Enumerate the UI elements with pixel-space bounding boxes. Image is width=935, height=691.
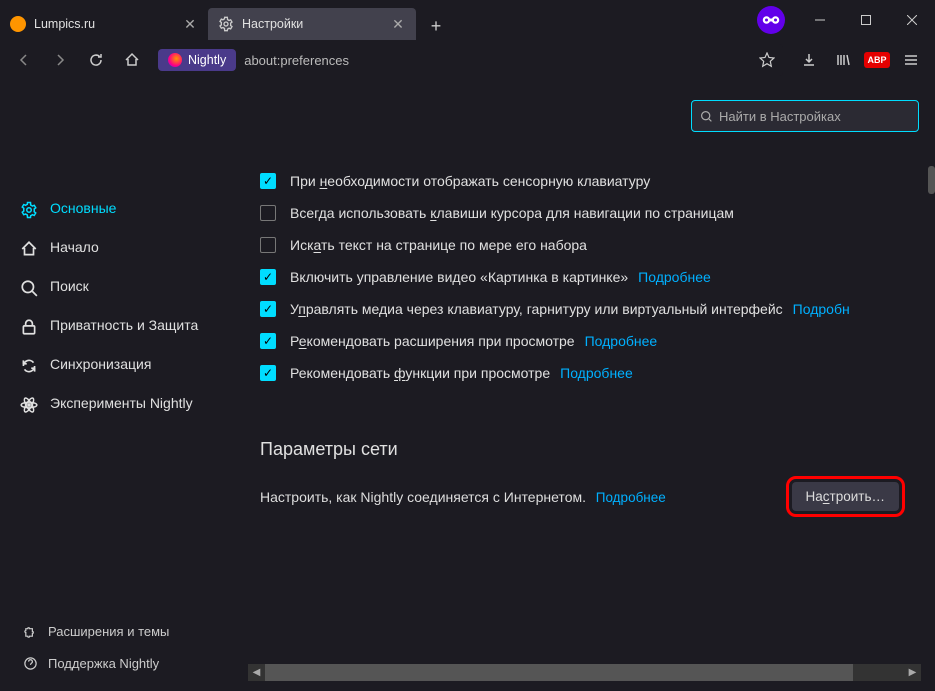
sidebar-item-home[interactable]: Начало: [10, 229, 230, 268]
sidebar-label: Синхронизация: [50, 356, 151, 374]
help-icon: [22, 655, 38, 671]
home-button[interactable]: [116, 44, 148, 76]
search-input[interactable]: Найти в Настройках: [691, 100, 919, 132]
checkbox-label[interactable]: Включить управление видео «Картинка в ка…: [290, 269, 628, 285]
checkbox-row: Всегда использовать клавиши курсора для …: [260, 197, 935, 229]
checkbox[interactable]: [260, 237, 276, 253]
window: Lumpics.ru ✕ Настройки ✕ +: [0, 0, 935, 691]
checkbox-label[interactable]: Искать текст на странице по мере его наб…: [290, 237, 587, 253]
extension-badge-icon[interactable]: [757, 6, 785, 34]
sidebar-item-experiments[interactable]: Эксперименты Nightly: [10, 385, 230, 424]
sidebar-label: Поиск: [50, 278, 89, 296]
checkbox[interactable]: ✓: [260, 269, 276, 285]
url-badge: Nightly: [158, 49, 236, 71]
checkbox-row: ✓ При необходимости отображать сенсорную …: [260, 165, 935, 197]
home-icon: [20, 240, 38, 258]
learn-more-link[interactable]: Подробнее: [560, 365, 633, 381]
learn-more-link[interactable]: Подробнее: [638, 269, 711, 285]
library-icon[interactable]: [827, 44, 859, 76]
tab-strip: Lumpics.ru ✕ Настройки ✕ +: [0, 0, 450, 40]
network-desc: Настроить, как Nightly соединяется с Инт…: [260, 489, 586, 505]
tab-settings[interactable]: Настройки ✕: [208, 8, 416, 40]
sidebar-label: Начало: [50, 239, 99, 257]
minimize-button[interactable]: [797, 0, 843, 40]
highlighted-button: Настроить…: [786, 476, 905, 517]
favicon-lumpics: [10, 16, 26, 32]
sidebar-item-general[interactable]: Основные: [10, 190, 230, 229]
checkbox-label[interactable]: При необходимости отображать сенсорную к…: [290, 173, 650, 189]
sidebar: Основные Начало Поиск Приватность и Защи…: [0, 80, 240, 691]
learn-more-link[interactable]: Подробн: [793, 301, 850, 317]
sidebar-item-sync[interactable]: Синхронизация: [10, 346, 230, 385]
checkbox[interactable]: ✓: [260, 301, 276, 317]
checkbox-label[interactable]: Управлять медиа через клавиатуру, гарнит…: [290, 301, 783, 317]
checkbox-row: ✓ Рекомендовать расширения при просмотре П…: [260, 325, 935, 357]
main-panel: ✓ При необходимости отображать сенсорную …: [240, 80, 935, 691]
horizontal-scrollbar[interactable]: ◀ ▶: [248, 664, 921, 681]
toolbar-right: ABP: [793, 44, 927, 76]
sidebar-item-privacy[interactable]: Приватность и Защита: [10, 307, 230, 346]
gear-icon: [20, 201, 38, 219]
sidebar-support[interactable]: Поддержка Nightly: [10, 647, 230, 679]
search-icon: [20, 279, 38, 297]
reload-button[interactable]: [80, 44, 112, 76]
titlebar: Lumpics.ru ✕ Настройки ✕ +: [0, 0, 935, 40]
checkbox[interactable]: [260, 205, 276, 221]
sidebar-label: Расширения и темы: [48, 624, 169, 639]
vertical-scrollbar[interactable]: [928, 160, 935, 661]
sync-icon: [20, 357, 38, 375]
network-row: Настроить, как Nightly соединяется с Инт…: [260, 476, 935, 517]
checkbox[interactable]: ✓: [260, 365, 276, 381]
url-bar[interactable]: Nightly about:preferences: [158, 44, 783, 76]
close-button[interactable]: [889, 0, 935, 40]
checkbox[interactable]: ✓: [260, 173, 276, 189]
forward-button[interactable]: [44, 44, 76, 76]
download-icon[interactable]: [793, 44, 825, 76]
network-settings-button[interactable]: Настроить…: [792, 482, 899, 511]
checkbox-label[interactable]: Всегда использовать клавиши курсора для …: [290, 205, 734, 221]
section-network-title: Параметры сети: [260, 439, 935, 460]
checkbox[interactable]: ✓: [260, 333, 276, 349]
url-text: about:preferences: [244, 53, 751, 68]
learn-more-link[interactable]: Подробнее: [585, 333, 658, 349]
tab-label: Lumpics.ru: [34, 17, 182, 31]
checkbox-row: Искать текст на странице по мере его наб…: [260, 229, 935, 261]
checkbox-row: ✓ Управлять медиа через клавиатуру, гарни…: [260, 293, 935, 325]
sidebar-label: Основные: [50, 200, 116, 218]
learn-more-link[interactable]: Подробнее: [596, 490, 666, 505]
bookmark-star-icon[interactable]: [751, 44, 783, 76]
abp-icon[interactable]: ABP: [861, 44, 893, 76]
toolbar: Nightly about:preferences ABP: [0, 40, 935, 80]
new-tab-button[interactable]: +: [422, 12, 450, 40]
tab-label: Настройки: [242, 17, 390, 31]
sidebar-extensions[interactable]: Расширения и темы: [10, 615, 230, 647]
sidebar-item-search[interactable]: Поиск: [10, 268, 230, 307]
menu-icon[interactable]: [895, 44, 927, 76]
puzzle-icon: [22, 623, 38, 639]
maximize-button[interactable]: [843, 0, 889, 40]
sidebar-label: Поддержка Nightly: [48, 656, 159, 671]
content: Найти в Настройках Основные Начало Поиск: [0, 80, 935, 691]
window-controls: [797, 0, 935, 40]
search-icon: [700, 110, 713, 123]
close-icon[interactable]: ✕: [390, 16, 406, 32]
scroll-right-arrow[interactable]: ▶: [904, 664, 921, 681]
checkbox-label[interactable]: Рекомендовать функции при просмотре: [290, 365, 550, 381]
back-button[interactable]: [8, 44, 40, 76]
scroll-left-arrow[interactable]: ◀: [248, 664, 265, 681]
sidebar-label: Приватность и Защита: [50, 317, 198, 335]
tab-lumpics[interactable]: Lumpics.ru ✕: [0, 8, 208, 40]
lock-icon: [20, 318, 38, 336]
atom-icon: [20, 396, 38, 414]
checkbox-row: ✓ Рекомендовать функции при просмотре Подр…: [260, 357, 935, 389]
close-icon[interactable]: ✕: [182, 16, 198, 32]
sidebar-label: Эксперименты Nightly: [50, 395, 193, 413]
firefox-icon: [168, 53, 182, 67]
checkbox-label[interactable]: Рекомендовать расширения при просмотре: [290, 333, 575, 349]
checkbox-row: ✓ Включить управление видео «Картинка в к…: [260, 261, 935, 293]
gear-icon: [218, 16, 234, 32]
